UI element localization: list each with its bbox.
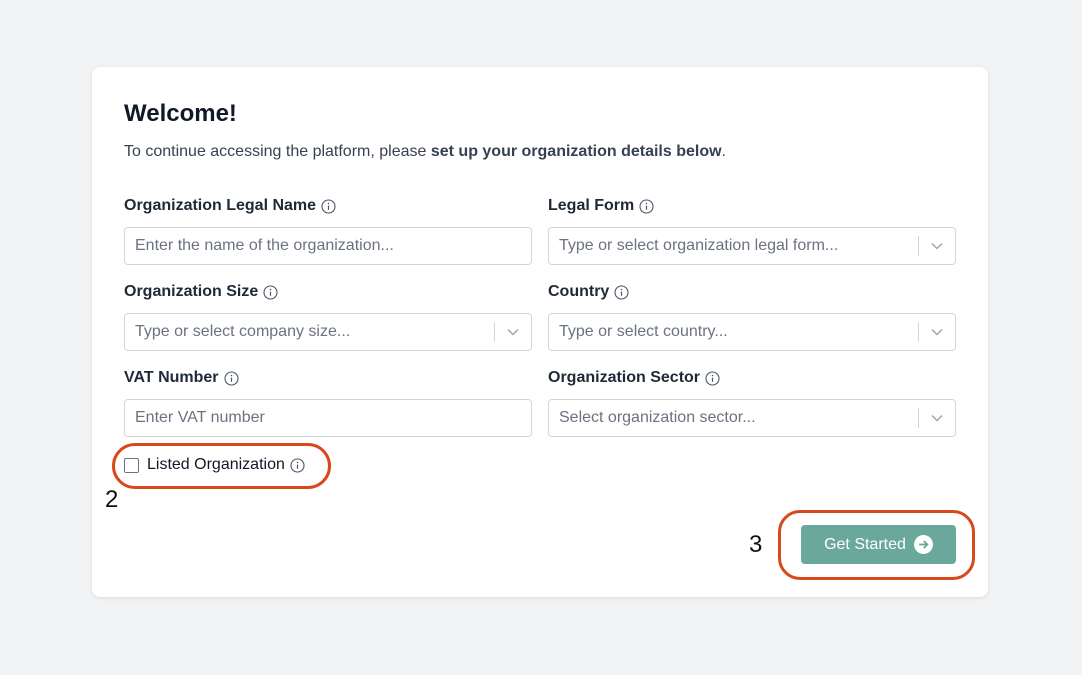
org-size-select[interactable]: Type or select company size... <box>124 313 532 351</box>
sector-select[interactable]: Select organization sector... <box>548 399 956 437</box>
legal-form-select[interactable]: Type or select organization legal form..… <box>548 227 956 265</box>
legal-form-label-text: Legal Form <box>548 197 635 214</box>
org-size-placeholder: Type or select company size... <box>135 323 351 340</box>
legal-form-label: Legal Form <box>548 197 654 215</box>
subtitle-suffix: . <box>721 143 726 160</box>
info-icon[interactable] <box>263 284 278 300</box>
chevron-down-icon[interactable] <box>495 314 531 350</box>
country-label-text: Country <box>548 283 610 300</box>
chevron-down-icon[interactable] <box>919 228 955 264</box>
info-icon[interactable] <box>639 198 654 214</box>
info-icon[interactable] <box>321 198 336 214</box>
legal-form-placeholder: Type or select organization legal form..… <box>559 237 839 254</box>
sector-label-text: Organization Sector <box>548 369 701 386</box>
subtitle-bold: set up your organization details below <box>430 143 722 160</box>
chevron-down-icon[interactable] <box>919 400 955 436</box>
legal-name-input[interactable] <box>124 227 532 265</box>
vat-label: VAT Number <box>124 369 239 387</box>
country-placeholder: Type or select country... <box>559 323 728 340</box>
subtitle-prefix: To continue accessing the platform, plea… <box>124 143 431 160</box>
page-subtitle: To continue accessing the platform, plea… <box>124 143 726 161</box>
callout-ring-2 <box>112 443 331 489</box>
vat-label-text: VAT Number <box>124 369 219 386</box>
country-label: Country <box>548 283 629 301</box>
country-select[interactable]: Type or select country... <box>548 313 956 351</box>
chevron-down-icon[interactable] <box>919 314 955 350</box>
sector-label: Organization Sector <box>548 369 720 387</box>
info-icon[interactable] <box>614 284 629 300</box>
page-title: Welcome! <box>124 100 237 127</box>
info-icon[interactable] <box>223 370 239 386</box>
legal-name-label: Organization Legal Name <box>124 197 336 215</box>
vat-input[interactable] <box>124 399 532 437</box>
callout-ring-3 <box>778 510 975 580</box>
callout-number-3: 3 <box>749 531 763 558</box>
org-size-label-text: Organization Size <box>124 283 259 300</box>
org-size-label: Organization Size <box>124 283 278 301</box>
callout-number-2: 2 <box>105 486 119 513</box>
sector-placeholder: Select organization sector... <box>559 409 756 426</box>
legal-name-label-text: Organization Legal Name <box>124 197 317 214</box>
info-icon[interactable] <box>705 370 720 386</box>
